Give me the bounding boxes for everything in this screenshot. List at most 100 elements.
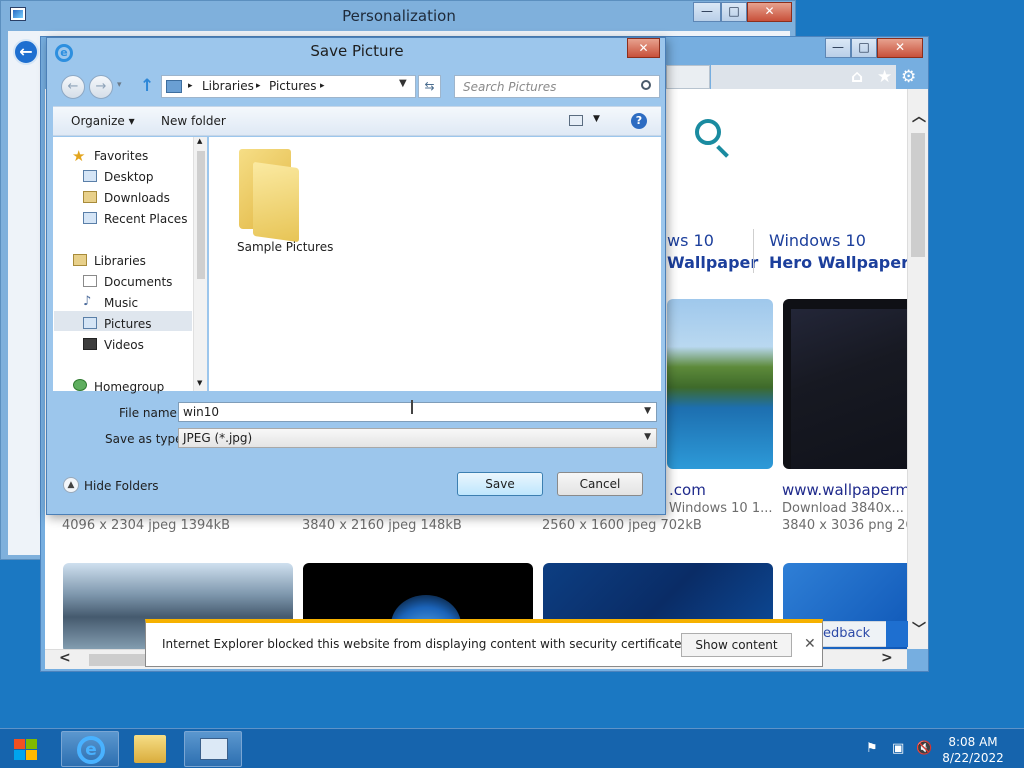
- breadcrumb-separator-icon[interactable]: ▸: [256, 81, 261, 91]
- address-bar[interactable]: ▸ Libraries ▸ Pictures ▸ ▼: [161, 75, 416, 98]
- notification-message: Internet Explorer blocked this website f…: [162, 637, 725, 651]
- save-as-type-label: Save as type:: [105, 432, 187, 446]
- dialog-toolbar: Organize ▾ New folder ▼ ?: [53, 106, 661, 136]
- nav-libraries[interactable]: Libraries: [94, 254, 146, 268]
- breadcrumb-separator-icon[interactable]: ▸: [188, 81, 193, 91]
- nav-desktop[interactable]: Desktop: [104, 170, 154, 184]
- nav-pictures[interactable]: Pictures: [104, 317, 152, 331]
- personalization-maximize-button[interactable]: □: [721, 2, 747, 22]
- view-options-dropdown-icon[interactable]: ▼: [593, 114, 600, 124]
- nav-favorites[interactable]: Favorites: [94, 149, 148, 163]
- homegroup-icon: [73, 379, 87, 391]
- nav-documents[interactable]: Documents: [104, 275, 172, 289]
- action-center-flag-icon[interactable]: ⚑: [866, 741, 878, 756]
- save-as-type-select[interactable]: JPEG (*.jpg) ▼: [178, 428, 657, 448]
- search-box[interactable]: Search Pictures: [454, 75, 660, 98]
- result-4-meta: 3840 x 3036 png 26: [782, 518, 911, 533]
- nav-music[interactable]: Music: [104, 296, 138, 310]
- scroll-left-icon[interactable]: <: [59, 650, 71, 666]
- dialog-close-button[interactable]: ✕: [627, 38, 660, 58]
- dialog-title: Save Picture: [310, 42, 404, 60]
- notification-close-icon[interactable]: ✕: [804, 636, 816, 652]
- ie-maximize-button[interactable]: □: [851, 38, 877, 58]
- taskbar-control-panel-button[interactable]: [184, 731, 242, 767]
- personalization-minimize-button[interactable]: —: [693, 2, 721, 22]
- nav-scroll-up-icon[interactable]: ▲: [197, 137, 202, 145]
- taskbar-ie-button[interactable]: e: [61, 731, 119, 767]
- new-folder-button[interactable]: New folder: [161, 114, 226, 128]
- category-1-line2[interactable]: Wallpaper: [667, 253, 758, 272]
- nav-downloads[interactable]: Downloads: [104, 191, 170, 205]
- control-panel-icon: [200, 738, 228, 760]
- nav-scroll-down-icon[interactable]: ▼: [197, 379, 202, 387]
- result-1-meta: 4096 x 2304 jpeg 1394kB: [62, 518, 231, 533]
- category-2-line2[interactable]: Hero Wallpaper: [769, 253, 909, 272]
- nav-homegroup[interactable]: Homegroup: [94, 380, 164, 394]
- show-content-button[interactable]: Show content: [681, 633, 792, 657]
- ie-tab-area: [711, 65, 896, 89]
- scroll-down-icon[interactable]: ﹀: [912, 619, 926, 639]
- address-dropdown-icon[interactable]: ▼: [399, 78, 407, 89]
- save-as-type-value: JPEG (*.jpg): [183, 431, 253, 445]
- personalization-close-button[interactable]: ✕: [747, 2, 792, 22]
- forward-nav-icon[interactable]: →: [89, 75, 113, 99]
- navigation-pane: ★ Favorites Desktop Downloads Recent Pla…: [53, 137, 207, 394]
- save-as-type-dropdown-icon[interactable]: ▼: [644, 432, 651, 442]
- ie-tab[interactable]: [666, 65, 710, 89]
- search-icon[interactable]: [641, 80, 651, 90]
- file-name-dropdown-icon[interactable]: ▼: [644, 406, 651, 416]
- result-3-site[interactable]: .com: [669, 481, 706, 499]
- breadcrumb-libraries[interactable]: Libraries: [202, 79, 254, 93]
- gear-icon[interactable]: ⚙: [901, 67, 916, 87]
- personalization-title: Personalization: [342, 7, 456, 25]
- help-icon[interactable]: ?: [631, 113, 647, 129]
- search-magnifier-icon[interactable]: [695, 119, 721, 145]
- category-1-line1[interactable]: ws 10: [667, 231, 714, 250]
- hide-folders-button[interactable]: Hide Folders: [84, 479, 159, 493]
- ie-close-button[interactable]: ✕: [877, 38, 923, 58]
- nav-recent-places[interactable]: Recent Places: [104, 212, 187, 226]
- refresh-icon[interactable]: ⇆: [418, 75, 441, 98]
- result-4-site[interactable]: www.wallpaperm: [782, 481, 910, 499]
- volume-muted-icon[interactable]: 🔇: [916, 741, 932, 756]
- ie-minimize-button[interactable]: —: [825, 38, 851, 58]
- recent-locations-icon[interactable]: ▾: [117, 80, 122, 90]
- organize-button[interactable]: Organize ▾: [71, 114, 135, 128]
- scroll-right-icon[interactable]: >: [881, 650, 893, 666]
- result-4-desc: Download 3840x...: [782, 501, 904, 516]
- taskbar: e ⚑ ▣ 🔇 8:08 AM 8/22/2022: [0, 728, 1024, 768]
- category-divider: [753, 229, 754, 273]
- page-vertical-scrollbar[interactable]: ︿ ﹀: [907, 89, 928, 649]
- libraries-icon: [73, 254, 87, 266]
- recent-places-icon: [83, 212, 97, 224]
- sample-pictures-folder-label[interactable]: Sample Pictures: [237, 240, 333, 254]
- breadcrumb-separator-icon[interactable]: ▸: [320, 81, 325, 91]
- system-clock[interactable]: 8:08 AM 8/22/2022: [936, 734, 1010, 766]
- file-explorer-icon[interactable]: [134, 735, 166, 763]
- clock-date: 8/22/2022: [942, 751, 1004, 765]
- nav-pane-scrollbar[interactable]: ▲ ▼: [193, 137, 207, 391]
- breadcrumb-pictures[interactable]: Pictures: [269, 79, 317, 93]
- result-image-4[interactable]: [783, 299, 911, 469]
- change-view-icon[interactable]: [569, 115, 583, 126]
- back-nav-icon[interactable]: ←: [61, 75, 85, 99]
- home-icon[interactable]: ⌂: [851, 67, 863, 87]
- category-2-line1[interactable]: Windows 10: [769, 231, 866, 250]
- star-icon[interactable]: ★: [877, 67, 892, 87]
- start-button-icon[interactable]: [14, 739, 38, 761]
- save-button[interactable]: Save: [457, 472, 543, 496]
- sample-pictures-folder-icon[interactable]: [239, 143, 299, 243]
- feedback-button[interactable]: edback: [820, 621, 888, 647]
- search-placeholder: Search Pictures: [463, 80, 557, 94]
- network-icon[interactable]: ▣: [892, 741, 904, 756]
- back-arrow-icon[interactable]: ←: [13, 39, 39, 65]
- nav-videos[interactable]: Videos: [104, 338, 144, 352]
- vertical-scroll-thumb[interactable]: [911, 133, 925, 257]
- file-name-input[interactable]: win10 ▼: [178, 402, 657, 422]
- result-image-3[interactable]: [667, 299, 773, 469]
- up-folder-icon[interactable]: ↑: [140, 76, 154, 96]
- scroll-up-icon[interactable]: ︿: [912, 106, 926, 126]
- hide-folders-icon[interactable]: ▲: [63, 477, 79, 493]
- cancel-button[interactable]: Cancel: [557, 472, 643, 496]
- nav-scroll-thumb[interactable]: [197, 151, 205, 279]
